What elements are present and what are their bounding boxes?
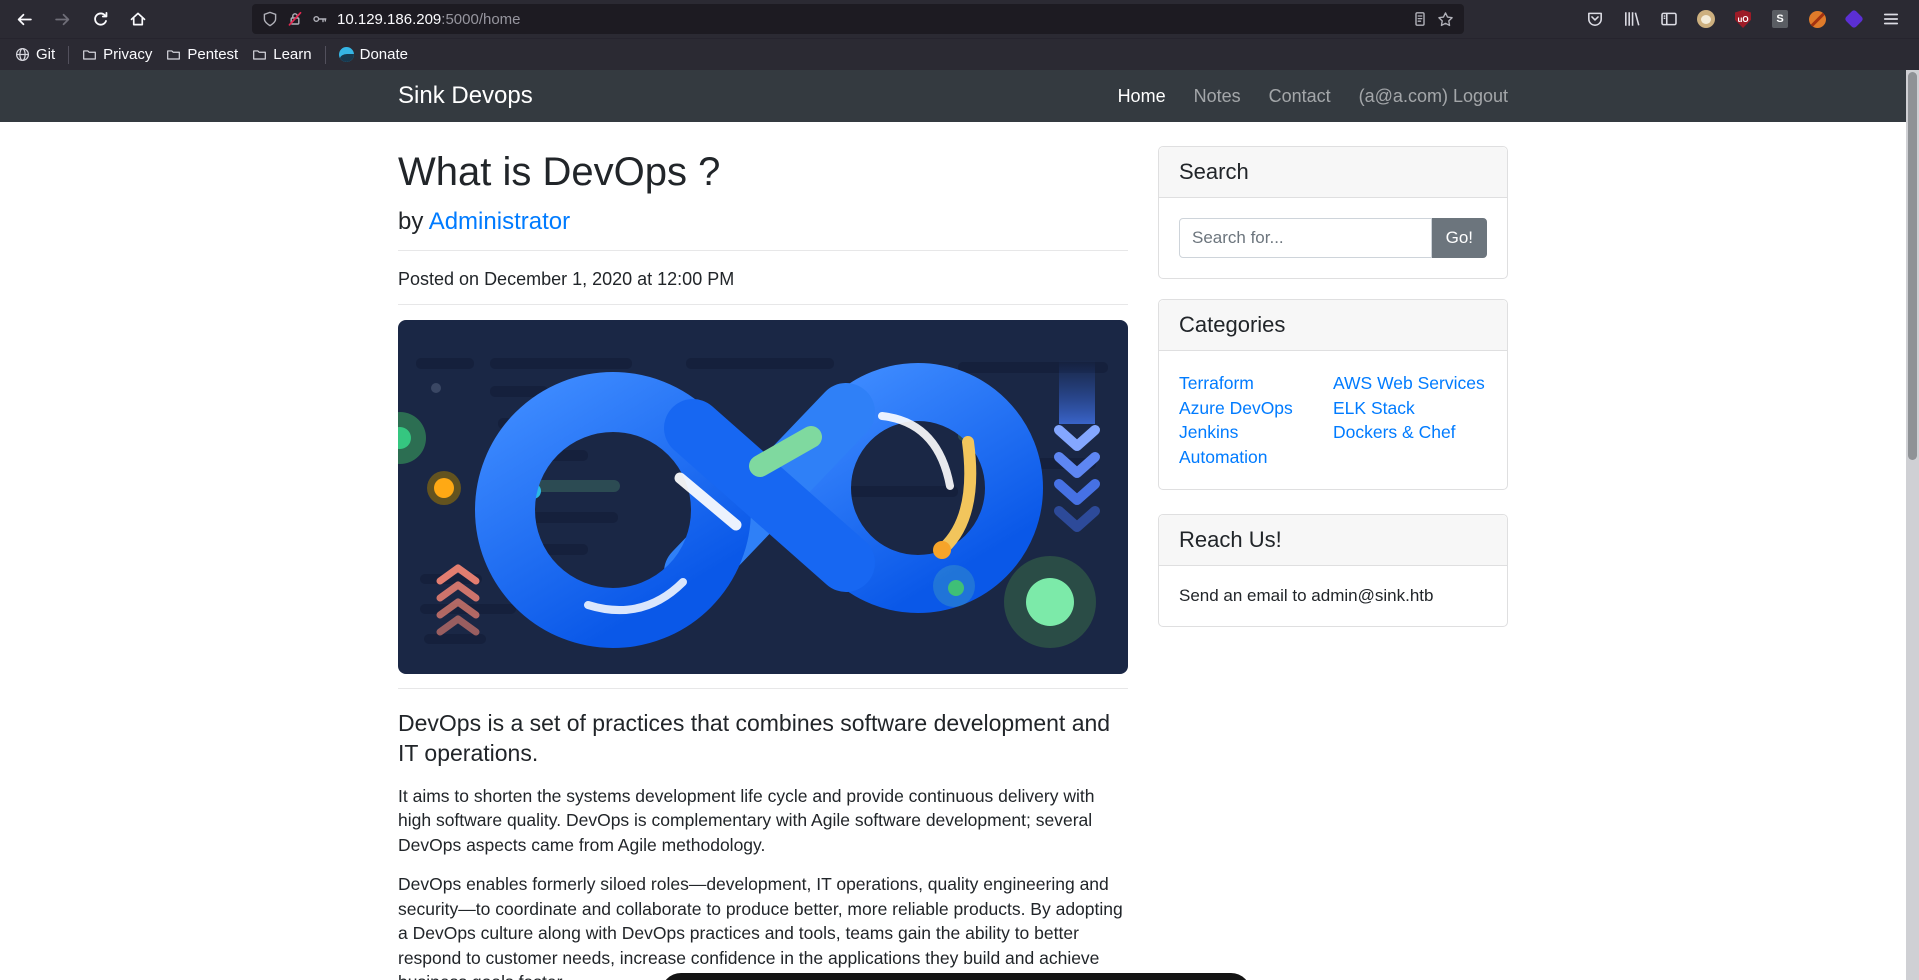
globe-icon xyxy=(15,47,30,62)
url-bar[interactable]: 10.129.186.209:5000/home xyxy=(252,4,1464,34)
categories-card-title: Categories xyxy=(1159,300,1507,351)
paragraph: It aims to shorten the systems developme… xyxy=(398,784,1128,858)
scrollbar-thumb[interactable] xyxy=(1908,72,1917,460)
category-link-elk-stack[interactable]: ELK Stack xyxy=(1333,396,1487,421)
search-go-button[interactable]: Go! xyxy=(1432,218,1487,258)
author-link[interactable]: Administrator xyxy=(429,208,570,235)
category-link-terraform[interactable]: Terraform xyxy=(1179,371,1333,396)
contact-email-text: Send an email to admin@sink.htb xyxy=(1179,586,1433,605)
categories-card: Categories Terraform Azure DevOps Jenkin… xyxy=(1158,299,1508,490)
foxyproxy-extension-icon[interactable] xyxy=(1807,9,1827,29)
library-icon[interactable] xyxy=(1622,9,1642,29)
site-brand[interactable]: Sink Devops xyxy=(398,82,533,110)
page-title: What is DevOps ? xyxy=(398,148,1128,196)
tracking-protection-shield-icon[interactable] xyxy=(262,11,278,27)
byline: by Administrator xyxy=(398,208,1128,236)
bookmarks-toolbar: Git Privacy Pentest Learn Donate xyxy=(0,38,1919,70)
site-navbar: Sink Devops Home Notes Contact (a@a.com)… xyxy=(0,70,1906,122)
reader-mode-icon[interactable] xyxy=(1412,11,1428,27)
sidebar: Search Go! Categories Terraform xyxy=(1158,122,1508,980)
search-card: Search Go! xyxy=(1158,146,1508,279)
bookmark-separator xyxy=(68,46,69,64)
browser-window: 10.129.186.209:5000/home uO S xyxy=(0,0,1919,980)
insecure-lock-icon[interactable] xyxy=(287,11,303,27)
page-viewport: Sink Devops Home Notes Contact (a@a.com)… xyxy=(0,70,1919,980)
search-card-title: Search xyxy=(1159,147,1507,198)
category-link-dockers-chef[interactable]: Dockers & Chef xyxy=(1333,420,1487,445)
bookmark-star-icon[interactable] xyxy=(1437,11,1454,28)
divider xyxy=(398,304,1128,305)
url-text: 10.129.186.209:5000/home xyxy=(337,11,521,28)
divider xyxy=(398,250,1128,251)
s-extension-icon[interactable]: S xyxy=(1770,9,1790,29)
browser-toolbar: 10.129.186.209:5000/home uO S xyxy=(0,0,1919,38)
reload-button[interactable] xyxy=(86,5,114,33)
gem-extension-icon[interactable] xyxy=(1844,9,1864,29)
hamster-extension-icon[interactable] xyxy=(1696,9,1716,29)
blog-post: What is DevOps ? by Administrator Posted… xyxy=(398,122,1128,980)
home-button[interactable] xyxy=(124,5,152,33)
search-input[interactable] xyxy=(1179,218,1432,258)
nav-link-logout[interactable]: (a@a.com) Logout xyxy=(1359,86,1508,107)
sphere-icon xyxy=(339,47,354,62)
menu-icon[interactable] xyxy=(1881,9,1901,29)
bookmark-folder-privacy[interactable]: Privacy xyxy=(75,43,159,67)
scrollbar[interactable] xyxy=(1906,70,1919,980)
nav-link-contact[interactable]: Contact xyxy=(1269,86,1331,107)
category-link-azure-devops[interactable]: Azure DevOps xyxy=(1179,396,1333,421)
lead-paragraph: DevOps is a set of practices that combin… xyxy=(398,709,1128,769)
nav-link-home[interactable]: Home xyxy=(1118,86,1166,107)
bookmark-folder-pentest[interactable]: Pentest xyxy=(159,43,245,67)
reach-us-card: Reach Us! Send an email to admin@sink.ht… xyxy=(1158,514,1508,627)
bookmark-separator xyxy=(325,46,326,64)
paragraph: DevOps enables formerly siloed roles—dev… xyxy=(398,872,1128,980)
key-icon[interactable] xyxy=(312,11,328,27)
nav-link-notes[interactable]: Notes xyxy=(1194,86,1241,107)
category-link-jenkins[interactable]: Jenkins xyxy=(1179,420,1333,445)
ublock-extension-icon[interactable]: uO xyxy=(1733,9,1753,29)
back-button[interactable] xyxy=(10,5,38,33)
bookmark-folder-learn[interactable]: Learn xyxy=(245,43,318,67)
pocket-icon[interactable] xyxy=(1585,9,1605,29)
hero-image xyxy=(398,320,1128,674)
folder-icon xyxy=(166,47,181,62)
category-link-automation[interactable]: Automation xyxy=(1179,445,1333,470)
category-link-aws-web-services[interactable]: AWS Web Services xyxy=(1333,371,1487,396)
bookmark-git[interactable]: Git xyxy=(8,43,62,67)
divider xyxy=(398,688,1128,689)
folder-icon xyxy=(252,47,267,62)
forward-button[interactable] xyxy=(48,5,76,33)
bookmark-donate[interactable]: Donate xyxy=(332,43,415,67)
next-image-clipped-top xyxy=(661,973,1251,980)
post-date: Posted on December 1, 2020 at 12:00 PM xyxy=(398,269,1128,290)
sidebar-toggle-icon[interactable] xyxy=(1659,9,1679,29)
reach-us-card-title: Reach Us! xyxy=(1159,515,1507,566)
folder-icon xyxy=(82,47,97,62)
